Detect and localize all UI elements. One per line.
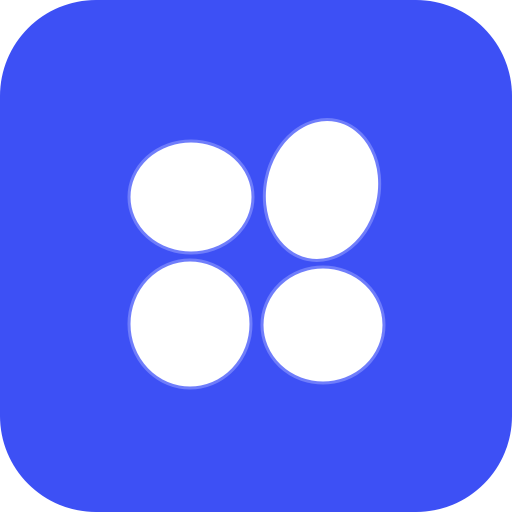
app-icon[interactable]	[0, 0, 512, 512]
icon-background	[0, 0, 512, 512]
dot-bottom-left	[127, 258, 253, 390]
dot-bottom-right	[260, 265, 386, 385]
icon-canvas	[0, 0, 512, 512]
dot-top-left	[127, 139, 255, 255]
